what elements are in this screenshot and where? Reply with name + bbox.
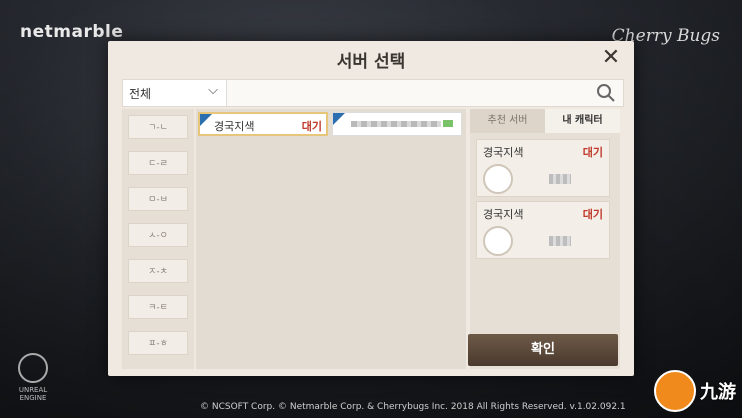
server-name: 경국지색 — [214, 120, 255, 133]
dialog-header: 서버 선택 ✕ — [108, 41, 634, 77]
server-status: 대기 — [301, 120, 322, 133]
filter-value: 전체 — [129, 86, 152, 101]
server-card-blurred[interactable] — [332, 112, 462, 136]
character-avatar-icon — [483, 164, 513, 194]
engine-label: UNREAL ENGINE — [18, 386, 48, 402]
blurred-character-name — [549, 236, 571, 246]
index-button-pieup-hieut[interactable]: ㅍ-ㅎ — [128, 331, 188, 355]
character-card[interactable]: 경국지색 대기 — [476, 139, 610, 197]
index-button-jieut-chieut[interactable]: ㅈ-ㅊ — [128, 259, 188, 283]
server-list: 경국지색 대기 — [196, 109, 466, 369]
blurred-server-name — [351, 121, 441, 127]
confirm-button[interactable]: 확인 — [468, 334, 618, 366]
index-button-digeut-rieul[interactable]: ㄷ-ㄹ — [128, 151, 188, 175]
server-load-indicator — [443, 120, 453, 127]
index-button-mieum-bieup[interactable]: ㅁ-ㅂ — [128, 187, 188, 211]
chevron-down-icon: ⌵ — [208, 83, 218, 98]
server-card-selected[interactable]: 경국지색 대기 — [198, 112, 328, 136]
netmarble-logo: netmarble — [20, 22, 124, 42]
tab-my-characters[interactable]: 내 캐릭터 — [545, 109, 620, 133]
dialog-title: 서버 선택 — [336, 51, 406, 72]
character-server-status: 대기 — [582, 146, 603, 159]
character-server-status: 대기 — [582, 208, 603, 221]
character-avatar-icon — [483, 226, 513, 256]
unreal-engine-logo: UNREAL ENGINE — [12, 353, 54, 402]
index-button-siot-ieung[interactable]: ㅅ-ㅇ — [128, 223, 188, 247]
close-button[interactable]: ✕ — [598, 45, 624, 71]
copyright-text: © NCSOFT Corp. © Netmarble Corp. & Cherr… — [200, 402, 626, 412]
index-button-giyeok-nieun[interactable]: ㄱ-ㄴ — [128, 115, 188, 139]
character-card[interactable]: 경국지색 대기 — [476, 201, 610, 259]
mascot-icon — [654, 370, 696, 412]
character-server-name: 경국지색 — [483, 146, 524, 159]
panel-tabs: 추천 서버 내 캐릭터 — [470, 109, 620, 133]
index-column: ㄱ-ㄴ ㄷ-ㄹ ㅁ-ㅂ ㅅ-ㅇ ㅈ-ㅊ ㅋ-ㅌ ㅍ-ㅎ — [122, 109, 194, 369]
blurred-character-name — [549, 174, 571, 184]
index-button-kieuk-tieut[interactable]: ㅋ-ㅌ — [128, 295, 188, 319]
character-panel: 추천 서버 내 캐릭터 경국지색 대기 경국지색 대기 — [470, 109, 620, 369]
filter-dropdown[interactable]: 전체 ⌵ — [123, 80, 227, 106]
filter-toolbar: 전체 ⌵ — [122, 79, 624, 107]
close-icon: ✕ — [601, 45, 621, 70]
new-tag-icon — [333, 113, 345, 125]
tab-recommended-servers[interactable]: 추천 서버 — [470, 109, 545, 133]
site-watermark-logo: 九游 — [654, 370, 736, 412]
search-icon[interactable] — [595, 82, 617, 104]
site-logo-text: 九游 — [700, 382, 736, 403]
unreal-logo-icon — [18, 353, 48, 383]
server-select-dialog: 서버 선택 ✕ 전체 ⌵ ㄱ-ㄴ ㄷ-ㄹ ㅁ-ㅂ ㅅ-ㅇ ㅈ-ㅊ ㅋ-ㅌ ㅍ-ㅎ… — [108, 41, 634, 376]
character-server-name: 경국지색 — [483, 208, 524, 221]
new-tag-icon — [200, 114, 212, 126]
